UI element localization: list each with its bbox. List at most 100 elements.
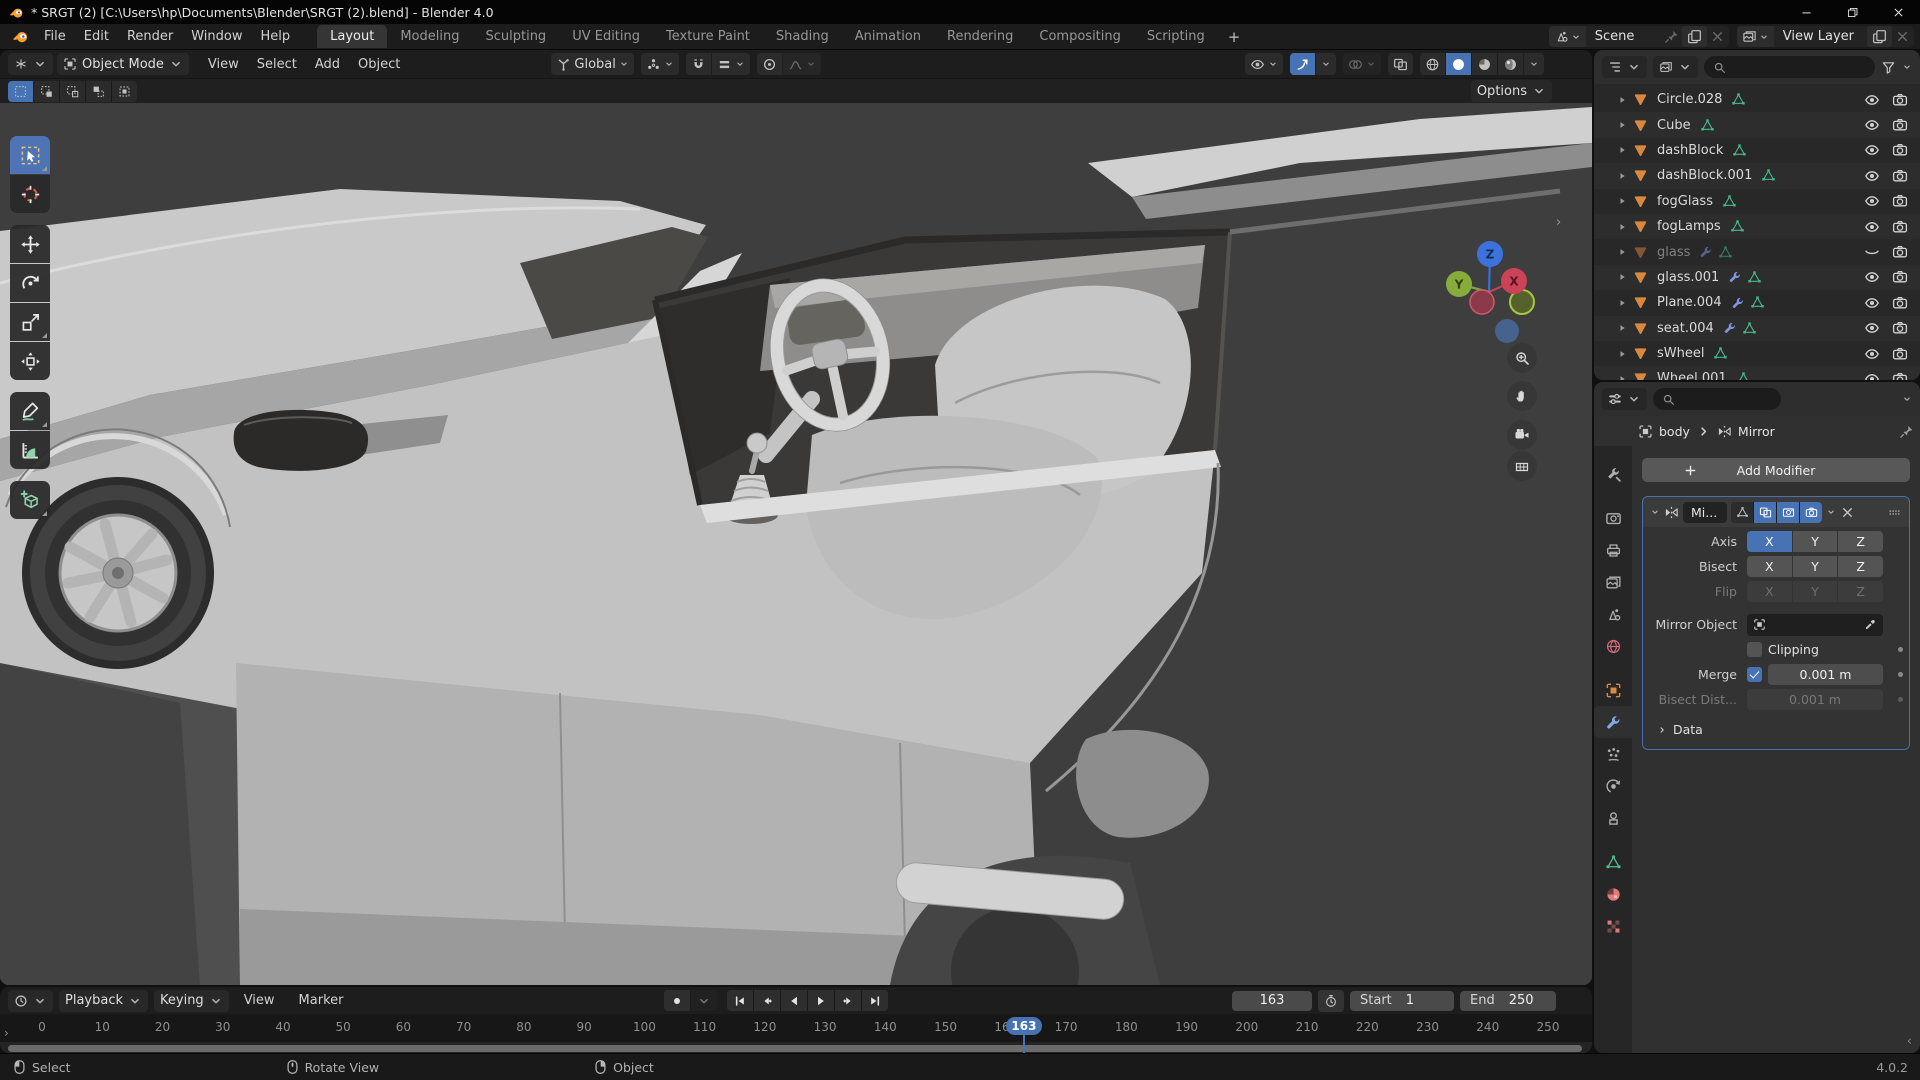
- auto-keying-button[interactable]: [664, 990, 690, 1011]
- outliner-item-seat.004[interactable]: seat.004: [1594, 316, 1920, 341]
- hide-toggle-eye-icon[interactable]: [1864, 193, 1880, 209]
- decorator-dot[interactable]: [1898, 672, 1903, 677]
- outliner-item-glass.001[interactable]: glass.001: [1594, 265, 1920, 290]
- outliner-display-mode-button[interactable]: [1653, 56, 1698, 78]
- decorator-dot[interactable]: [1898, 647, 1903, 652]
- axis-z-button[interactable]: Z: [1838, 531, 1883, 552]
- delete-modifier-icon[interactable]: [1840, 505, 1855, 520]
- tool-scale[interactable]: [10, 303, 50, 341]
- show-in-edit-mode-toggle[interactable]: [1754, 502, 1776, 523]
- close-button[interactable]: [1874, 0, 1920, 24]
- outliner-item-glass[interactable]: glass: [1594, 239, 1920, 264]
- play-reverse-button[interactable]: [781, 990, 807, 1011]
- object-name[interactable]: Plane.004: [1657, 295, 1722, 310]
- show-in-viewport-toggle[interactable]: [1777, 502, 1799, 523]
- outliner-search-input[interactable]: [1704, 56, 1875, 78]
- scene-browse-button[interactable]: [1549, 26, 1586, 47]
- zoom-button[interactable]: [1507, 343, 1537, 373]
- menu-file[interactable]: File: [35, 29, 75, 44]
- workspace-tab-uv-editing[interactable]: UV Editing: [559, 25, 653, 48]
- properties-tab-tool[interactable]: [1594, 458, 1632, 490]
- pin-icon[interactable]: [1664, 29, 1679, 44]
- hide-toggle-eye-icon[interactable]: [1864, 92, 1880, 108]
- select-mode-set[interactable]: [8, 81, 33, 102]
- clipping-checkbox[interactable]: [1747, 642, 1762, 657]
- viewport-menu-add[interactable]: Add: [306, 57, 349, 72]
- workspace-tab-layout[interactable]: Layout: [317, 25, 387, 48]
- outliner-item-Cube[interactable]: Cube: [1594, 112, 1920, 137]
- expand-icon[interactable]: [1616, 195, 1628, 207]
- hide-toggle-eye-icon[interactable]: [1864, 269, 1880, 285]
- merge-checkbox[interactable]: [1747, 667, 1762, 682]
- pan-button[interactable]: [1507, 381, 1537, 411]
- keying-set-menu[interactable]: [691, 990, 717, 1011]
- modifier-name-field[interactable]: Mi...: [1683, 502, 1727, 523]
- object-name[interactable]: Cube: [1657, 118, 1691, 133]
- view-layer-remove-icon[interactable]: [1895, 29, 1910, 44]
- hide-toggle-eye-icon[interactable]: [1864, 219, 1880, 235]
- properties-tab-scene[interactable]: [1594, 598, 1632, 630]
- outliner-editor-type-button[interactable]: [1602, 56, 1647, 78]
- select-mode-invert[interactable]: [86, 81, 111, 102]
- tool-measure[interactable]: [10, 431, 50, 469]
- menu-help[interactable]: Help: [252, 29, 300, 44]
- workspace-tab-sculpting[interactable]: Sculpting: [472, 25, 559, 48]
- select-mode-subtract[interactable]: [60, 81, 85, 102]
- hide-toggle-eye-icon[interactable]: [1864, 320, 1880, 336]
- jump-to-start-button[interactable]: [727, 990, 753, 1011]
- region-expand-arrow[interactable]: ›: [4, 1026, 9, 1040]
- outliner-item-dashBlock[interactable]: dashBlock: [1594, 138, 1920, 163]
- properties-tab-data[interactable]: [1594, 846, 1632, 878]
- current-frame-field[interactable]: 163: [1232, 991, 1312, 1011]
- object-name[interactable]: fogLamps: [1657, 219, 1721, 234]
- bisect-x-button[interactable]: X: [1747, 556, 1792, 577]
- properties-editor-type-button[interactable]: [1602, 388, 1647, 410]
- workspace-tab-scripting[interactable]: Scripting: [1134, 25, 1218, 48]
- expand-icon[interactable]: [1616, 373, 1628, 380]
- hide-toggle-eye-icon[interactable]: [1864, 346, 1880, 362]
- jump-to-end-button[interactable]: [862, 990, 888, 1011]
- properties-tab-modifiers[interactable]: [1594, 706, 1632, 738]
- merge-value-field[interactable]: 0.001 m: [1768, 664, 1883, 685]
- object-name[interactable]: sWheel: [1657, 346, 1704, 361]
- tool-cursor[interactable]: [10, 175, 50, 213]
- properties-search-input[interactable]: [1653, 388, 1781, 410]
- scene-unlink-icon[interactable]: [1710, 29, 1725, 44]
- pin-icon[interactable]: [1899, 424, 1914, 439]
- timeline-scrollbar[interactable]: [8, 1045, 1582, 1052]
- object-name[interactable]: Wheel.001: [1657, 371, 1727, 380]
- outliner-item-Circle.028[interactable]: Circle.028: [1594, 87, 1920, 112]
- outliner-item-Wheel.001[interactable]: Wheel.001: [1594, 366, 1920, 380]
- restore-button[interactable]: [1828, 0, 1874, 24]
- render-visibility-camera-icon[interactable]: [1892, 117, 1908, 133]
- expand-icon[interactable]: [1616, 94, 1628, 106]
- timeline-menu-marker[interactable]: Marker: [290, 993, 353, 1008]
- shading-material-button[interactable]: [1471, 53, 1497, 75]
- properties-tab-view-layer[interactable]: [1594, 566, 1632, 598]
- view-layer-browse-button[interactable]: [1737, 26, 1774, 47]
- frame-ruler[interactable]: 0102030405060708090100110120130140150160…: [0, 1014, 1592, 1042]
- menu-edit[interactable]: Edit: [75, 29, 118, 44]
- scene-name[interactable]: Scene: [1586, 29, 1660, 44]
- object-name[interactable]: seat.004: [1657, 321, 1714, 336]
- snap-toggle[interactable]: [686, 53, 711, 75]
- workspace-tab-compositing[interactable]: Compositing: [1026, 25, 1134, 48]
- object-name[interactable]: fogGlass: [1657, 194, 1713, 209]
- properties-tab-physics[interactable]: [1594, 770, 1632, 802]
- timeline-ruler-area[interactable]: 0102030405060708090100110120130140150160…: [0, 1014, 1592, 1053]
- sidebar-toggle-arrow[interactable]: ›: [1556, 215, 1561, 230]
- expand-icon[interactable]: [1616, 297, 1628, 309]
- viewport-menu-object[interactable]: Object: [349, 57, 409, 72]
- breadcrumb-modifier[interactable]: Mirror: [1738, 424, 1775, 439]
- bisect-y-button[interactable]: Y: [1793, 556, 1838, 577]
- scene-selector[interactable]: Scene: [1549, 26, 1729, 47]
- workspace-tab-shading[interactable]: Shading: [763, 25, 842, 48]
- expand-icon[interactable]: [1616, 119, 1628, 131]
- proportional-falloff-menu[interactable]: [782, 53, 821, 75]
- eyedropper-icon[interactable]: [1864, 618, 1877, 631]
- camera-view-button[interactable]: [1507, 420, 1537, 450]
- render-visibility-camera-icon[interactable]: [1892, 244, 1908, 260]
- tool-move[interactable]: [10, 225, 50, 263]
- axis-x-button[interactable]: X: [1747, 531, 1792, 552]
- properties-tab-output[interactable]: [1594, 534, 1632, 566]
